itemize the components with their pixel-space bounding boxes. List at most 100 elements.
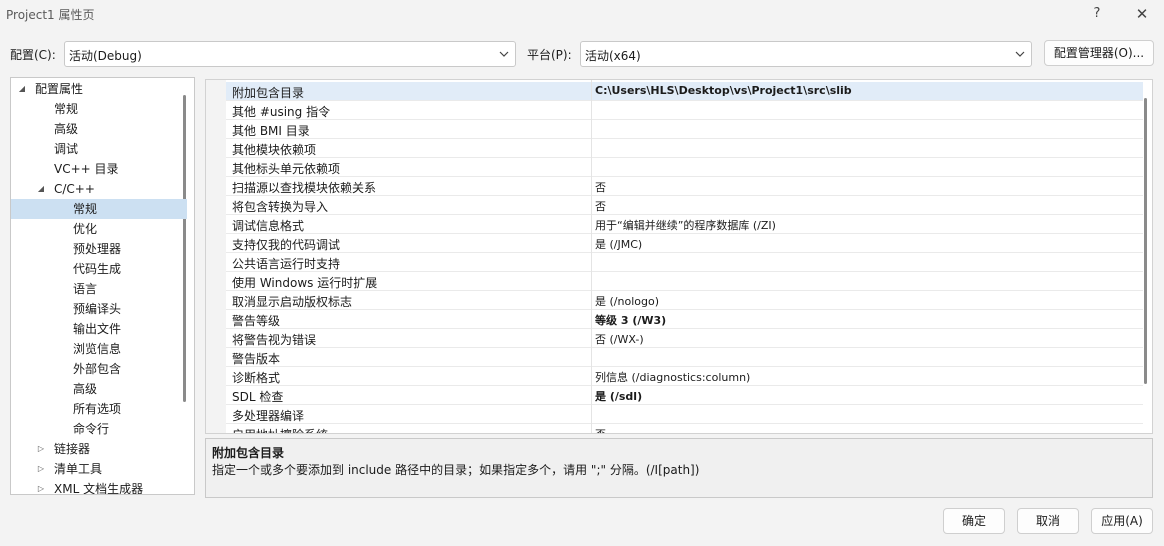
column-divider[interactable] — [591, 80, 592, 433]
tree-item-label: 代码生成 — [73, 262, 122, 276]
property-row[interactable]: 警告等级 等级 3 (/W3) — [226, 310, 1143, 329]
property-name: 警告等级 — [232, 314, 281, 328]
tree-item[interactable]: ▷ XML 文档生成器 — [11, 479, 187, 495]
property-name: 警告版本 — [232, 352, 281, 366]
property-row[interactable]: 其他标头单元依赖项 — [226, 158, 1143, 177]
tree-item-label: 常规 — [73, 202, 98, 216]
property-row[interactable]: 诊断格式 列信息 (/diagnostics:column) — [226, 367, 1143, 386]
property-value[interactable]: 列信息 (/diagnostics:column) — [595, 369, 750, 385]
property-value[interactable]: 否 — [595, 198, 606, 214]
property-tree[interactable]: ◢ 配置属性 常规 高级 调试 VC++ 目录 ◢ C/C++ 常规 优化 预处理器 代码生成 语言 预编… — [10, 77, 195, 495]
property-row[interactable]: 其他模块依赖项 — [226, 139, 1143, 158]
tree-item-label: 输出文件 — [73, 322, 122, 336]
property-value[interactable]: 等级 3 (/W3) — [595, 312, 666, 328]
property-row[interactable]: SDL 检查 是 (/sdl) — [226, 386, 1143, 405]
property-name: 公共语言运行时支持 — [232, 257, 341, 271]
property-name: 多处理器编译 — [232, 409, 305, 423]
property-row[interactable]: 取消显示启动版权标志 是 (/nologo) — [226, 291, 1143, 310]
tree-item[interactable]: 常规 — [11, 99, 187, 119]
tree-item[interactable]: 代码生成 — [11, 259, 187, 279]
property-row[interactable]: 多处理器编译 — [226, 405, 1143, 424]
property-value[interactable]: 用于“编辑并继续”的程序数据库 (/ZI) — [595, 217, 776, 233]
cancel-button[interactable]: 取消 — [1017, 508, 1079, 534]
property-name: 其他模块依赖项 — [232, 143, 317, 157]
expander-icon[interactable]: ▷ — [36, 439, 46, 459]
property-row[interactable]: 使用 Windows 运行时扩展 — [226, 272, 1143, 291]
tree-item[interactable]: ◢ C/C++ — [11, 179, 187, 199]
property-row[interactable]: 其他 BMI 目录 — [226, 120, 1143, 139]
tree-item-label: 常规 — [54, 102, 79, 116]
expander-icon[interactable]: ◢ — [17, 79, 27, 99]
tree-item[interactable]: 调试 — [11, 139, 187, 159]
description-panel: 附加包含目录 指定一个或多个要添加到 include 路径中的目录；如果指定多个… — [205, 438, 1153, 498]
property-value[interactable]: 否 (/WX-) — [595, 331, 644, 347]
property-value[interactable]: 是 (/JMC) — [595, 236, 642, 252]
property-row[interactable]: 警告版本 — [226, 348, 1143, 367]
tree-item[interactable]: 输出文件 — [11, 319, 187, 339]
tree-item-label: 浏览信息 — [73, 342, 122, 356]
tree-item[interactable]: 外部包含 — [11, 359, 187, 379]
tree-item-label: 语言 — [73, 282, 98, 296]
title-bar: Project1 属性页 ? ✕ — [0, 0, 1164, 28]
tree-item[interactable]: 高级 — [11, 379, 187, 399]
property-row[interactable]: 扫描源以查找模块依赖关系 否 — [226, 177, 1143, 196]
window-title: Project1 属性页 — [6, 8, 95, 22]
property-row[interactable]: 将包含转换为导入 否 — [226, 196, 1143, 215]
tree-item[interactable]: 预编译头 — [11, 299, 187, 319]
tree-item-label: 命令行 — [73, 422, 110, 436]
property-row[interactable]: 支持仅我的代码调试 是 (/JMC) — [226, 234, 1143, 253]
tree-item[interactable]: 常规 — [11, 199, 187, 219]
tree-item-label: 预处理器 — [73, 242, 122, 256]
property-value[interactable]: 否 — [595, 179, 606, 195]
property-value[interactable]: 是 (/sdl) — [595, 388, 642, 404]
config-manager-button[interactable]: 配置管理器(O)... — [1044, 40, 1154, 66]
property-name: SDL 检查 — [232, 390, 284, 404]
tree-item[interactable]: 浏览信息 — [11, 339, 187, 359]
tree-item-label: 调试 — [54, 142, 79, 156]
tree-item[interactable]: ▷ 清单工具 — [11, 459, 187, 479]
platform-dropdown[interactable]: 活动(x64) — [580, 41, 1032, 67]
property-value[interactable]: 是 (/nologo) — [595, 293, 659, 309]
tree-item-label: VC++ 目录 — [54, 162, 119, 176]
property-grid: 附加包含目录 C:\Users\HLS\Desktop\vs\Project1\s… — [205, 79, 1153, 434]
expander-icon[interactable]: ▷ — [36, 459, 46, 479]
tree-item[interactable]: 高级 — [11, 119, 187, 139]
tree-item[interactable]: 命令行 — [11, 419, 187, 439]
description-text: 指定一个或多个要添加到 include 路径中的目录；如果指定多个，请用 ";"… — [212, 463, 700, 477]
property-name: 调试信息格式 — [232, 219, 305, 233]
property-row[interactable]: 其他 #using 指令 — [226, 101, 1143, 120]
property-name: 诊断格式 — [232, 371, 281, 385]
tree-item-label: 清单工具 — [54, 462, 103, 476]
property-row[interactable]: 公共语言运行时支持 — [226, 253, 1143, 272]
ok-button[interactable]: 确定 — [943, 508, 1005, 534]
property-row[interactable]: 启用地址擦除系统 否 — [226, 424, 1143, 433]
property-value[interactable]: 否 — [595, 426, 606, 433]
tree-item[interactable]: 语言 — [11, 279, 187, 299]
property-name: 其他 #using 指令 — [232, 105, 331, 119]
tree-item-label: XML 文档生成器 — [54, 482, 144, 495]
apply-button[interactable]: 应用(A) — [1091, 508, 1153, 534]
tree-item-label: 外部包含 — [73, 362, 122, 376]
config-dropdown[interactable]: 活动(Debug) — [64, 41, 516, 67]
config-label: 配置(C): — [10, 48, 56, 62]
tree-item[interactable]: VC++ 目录 — [11, 159, 187, 179]
property-row[interactable]: 调试信息格式 用于“编辑并继续”的程序数据库 (/ZI) — [226, 215, 1143, 234]
property-value[interactable]: C:\Users\HLS\Desktop\vs\Project1\src\sli… — [595, 84, 852, 97]
tree-item[interactable]: 优化 — [11, 219, 187, 239]
property-name: 扫描源以查找模块依赖关系 — [232, 181, 377, 195]
tree-item[interactable]: ▷ 链接器 — [11, 439, 187, 459]
tree-item-label: 链接器 — [54, 442, 91, 456]
property-row[interactable]: 将警告视为错误 否 (/WX-) — [226, 329, 1143, 348]
expander-icon[interactable]: ▷ — [36, 479, 46, 494]
tree-item-label: 所有选项 — [73, 402, 122, 416]
tree-item[interactable]: 预处理器 — [11, 239, 187, 259]
property-row[interactable]: 附加包含目录 C:\Users\HLS\Desktop\vs\Project1\s… — [226, 82, 1143, 101]
tree-item[interactable]: 所有选项 — [11, 399, 187, 419]
tree-item[interactable]: ◢ 配置属性 — [11, 79, 187, 99]
property-name: 其他标头单元依赖项 — [232, 162, 341, 176]
expander-icon[interactable]: ◢ — [36, 179, 46, 199]
grid-scrollbar[interactable] — [1144, 98, 1147, 384]
close-button[interactable]: ✕ — [1130, 3, 1154, 25]
help-button[interactable]: ? — [1085, 3, 1109, 25]
chevron-down-icon — [499, 51, 509, 57]
